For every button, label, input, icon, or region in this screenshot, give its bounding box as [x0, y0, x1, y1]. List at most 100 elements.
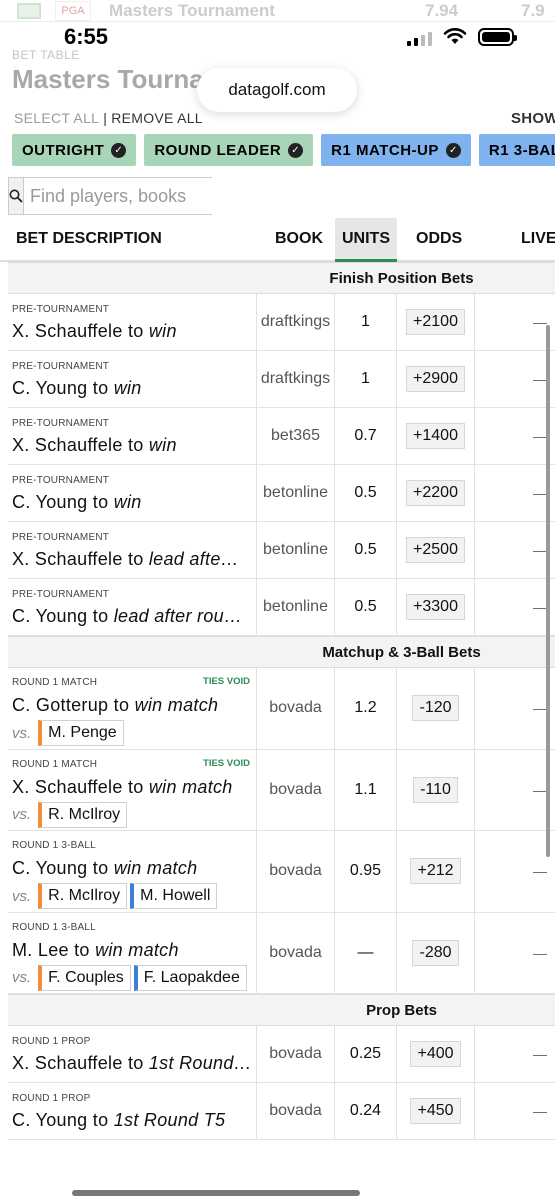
opponent-tag: M. Howell: [130, 883, 218, 909]
table-row[interactable]: PRE-TOURNAMENT X. Schauffele to win bet365…: [8, 408, 555, 465]
show-toggle[interactable]: SHOW: [511, 110, 555, 127]
bet-description-cell: PRE-TOURNAMENT C. Young to lead after rou…: [8, 579, 257, 635]
odds-cell: +2200: [397, 465, 475, 521]
column-header-bet-description[interactable]: BET DESCRIPTION: [16, 218, 162, 260]
bet-tag: PRE-TOURNAMENT: [12, 532, 110, 543]
scrollbar[interactable]: [546, 325, 550, 857]
bet-description-cell: PRE-TOURNAMENT X. Schauffele to win: [8, 294, 257, 350]
bet-text: X. Schauffele to win: [12, 321, 256, 342]
table-row[interactable]: PRE-TOURNAMENT C. Young to win draftkings 1…: [8, 351, 555, 408]
units-cell: 0.24: [335, 1083, 397, 1139]
bet-text: X. Schauffele to lead afte…: [12, 549, 256, 570]
bet-description-cell: ROUND 1 PROP X. Schauffele to 1st Round…: [8, 1026, 257, 1082]
select-all-link[interactable]: SELECT ALL: [14, 110, 99, 126]
filter-chip-r1-matchup[interactable]: R1 MATCH-UP ✓: [321, 134, 471, 166]
book-cell: bovada: [257, 749, 335, 830]
opponent-tag: F. Laopakdee: [133, 964, 247, 991]
player-name: X. Schauffele to: [12, 435, 144, 455]
search-box: [8, 177, 262, 215]
filter-chip-r1-3ball[interactable]: R1 3-BALL: [478, 134, 555, 166]
chip-label: OUTRIGHT: [22, 141, 105, 159]
odds-value[interactable]: +400: [410, 1041, 461, 1067]
odds-value[interactable]: +2900: [406, 366, 465, 392]
odds-cell: +1400: [397, 408, 475, 464]
search-input[interactable]: [24, 178, 262, 214]
battery-icon: [478, 28, 517, 46]
market-name: win match: [95, 939, 179, 960]
column-header-book[interactable]: BOOK: [275, 218, 323, 260]
table-row[interactable]: PRE-TOURNAMENT C. Young to lead after rou…: [8, 579, 555, 636]
check-icon: ✓: [111, 142, 127, 158]
book-cell: bovada: [257, 1083, 335, 1139]
odds-cell: +450: [397, 1083, 475, 1139]
table-row[interactable]: PRE-TOURNAMENT X. Schauffele to win draftk…: [8, 294, 555, 351]
filter-chip-outright[interactable]: OUTRIGHT ✓: [12, 134, 137, 166]
column-header-units[interactable]: UNITS: [335, 218, 397, 262]
odds-value[interactable]: +212: [410, 858, 461, 885]
flag-icon: [17, 2, 41, 19]
section-header-matchup: Matchup & 3-Ball Bets: [8, 636, 555, 668]
table-row[interactable]: PRE-TOURNAMENT X. Schauffele to lead afte…: [8, 522, 555, 579]
market-name: win: [148, 321, 177, 341]
table-row[interactable]: PRE-TOURNAMENT C. Young to win betonline 0.…: [8, 465, 555, 522]
column-header-odds[interactable]: ODDS: [416, 218, 462, 260]
wifi-icon: [443, 28, 467, 44]
home-indicator[interactable]: [72, 1190, 360, 1196]
url-bar[interactable]: datagolf.com: [197, 68, 357, 112]
odds-value[interactable]: +2200: [406, 480, 465, 506]
player-name: X. Schauffele to: [12, 776, 144, 797]
table-row[interactable]: ROUND 1 PROP C. Young to 1st Round T5 bova…: [8, 1083, 555, 1140]
table-row[interactable]: ROUND 1 MATCH TIES VOID X. Schauffele to w…: [8, 749, 555, 831]
market-name: 1st Round T5: [113, 1110, 226, 1130]
ties-void-badge: TIES VOID: [203, 676, 250, 687]
vs-label: vs.: [12, 969, 32, 986]
bet-description-cell: PRE-TOURNAMENT C. Young to win: [8, 465, 257, 521]
opponent-tag: M. Penge: [38, 720, 124, 746]
table-row[interactable]: ROUND 1 3-BALL C. Young to win match vs. R.…: [8, 831, 555, 913]
bet-description-cell: PRE-TOURNAMENT X. Schauffele to lead afte…: [8, 522, 257, 578]
book-cell: bovada: [257, 912, 335, 993]
book-cell: bet365: [257, 408, 335, 464]
search-icon[interactable]: [9, 178, 24, 214]
column-header-live[interactable]: LIVE: [521, 218, 555, 260]
bet-tag: PRE-TOURNAMENT: [12, 361, 110, 372]
remove-all-link[interactable]: REMOVE ALL: [111, 110, 203, 126]
table-row[interactable]: ROUND 1 3-BALL M. Lee to win match vs. F. C…: [8, 912, 555, 994]
bet-description-cell: ROUND 1 MATCH TIES VOID C. Gotterup to win…: [8, 668, 257, 749]
odds-value[interactable]: +1400: [406, 423, 465, 449]
opponents: vs. R. McIlroy M. Howell: [12, 883, 218, 909]
odds-value[interactable]: -110: [413, 776, 458, 803]
bet-tag: ROUND 1 MATCH: [12, 758, 98, 770]
book-cell: draftkings: [257, 351, 335, 407]
book-cell: bovada: [257, 668, 335, 749]
odds-value[interactable]: -120: [412, 695, 459, 722]
odds-value[interactable]: +2500: [406, 537, 465, 563]
bet-text: C. Young to win match: [12, 858, 256, 879]
section-label: BET TABLE: [12, 48, 80, 62]
bet-text: X. Schauffele to 1st Round…: [12, 1053, 256, 1074]
market-name: win match: [134, 695, 219, 715]
table-row[interactable]: ROUND 1 PROP X. Schauffele to 1st Round… b…: [8, 1026, 555, 1083]
chip-label: R1 MATCH-UP: [331, 141, 439, 159]
book-cell: bovada: [257, 1026, 335, 1082]
opponent-tag: F. Couples: [38, 964, 131, 991]
odds-cell: +2100: [397, 294, 475, 350]
odds-value[interactable]: -280: [412, 939, 459, 966]
units-cell: —: [335, 912, 397, 993]
odds-value[interactable]: +3300: [406, 594, 465, 620]
filter-chip-round-leader[interactable]: ROUND LEADER ✓: [144, 134, 314, 166]
units-cell: 1.2: [335, 668, 397, 749]
odds-value[interactable]: +2100: [406, 309, 465, 335]
odds-cell: +2900: [397, 351, 475, 407]
market-name: win: [148, 435, 177, 455]
player-name: X. Schauffele to: [12, 549, 144, 569]
bet-tag: PRE-TOURNAMENT: [12, 418, 110, 429]
chip-label: ROUND LEADER: [154, 141, 282, 159]
odds-value[interactable]: +450: [410, 1098, 461, 1124]
bet-tag: ROUND 1 PROP: [12, 1093, 91, 1104]
chip-label: R1 3-BALL: [488, 141, 555, 159]
book-cell: bovada: [257, 831, 335, 912]
table-row[interactable]: ROUND 1 MATCH TIES VOID C. Gotterup to win…: [8, 668, 555, 750]
player-name: X. Schauffele to: [12, 1053, 144, 1073]
bet-description-cell: ROUND 1 MATCH TIES VOID X. Schauffele to w…: [8, 749, 257, 830]
